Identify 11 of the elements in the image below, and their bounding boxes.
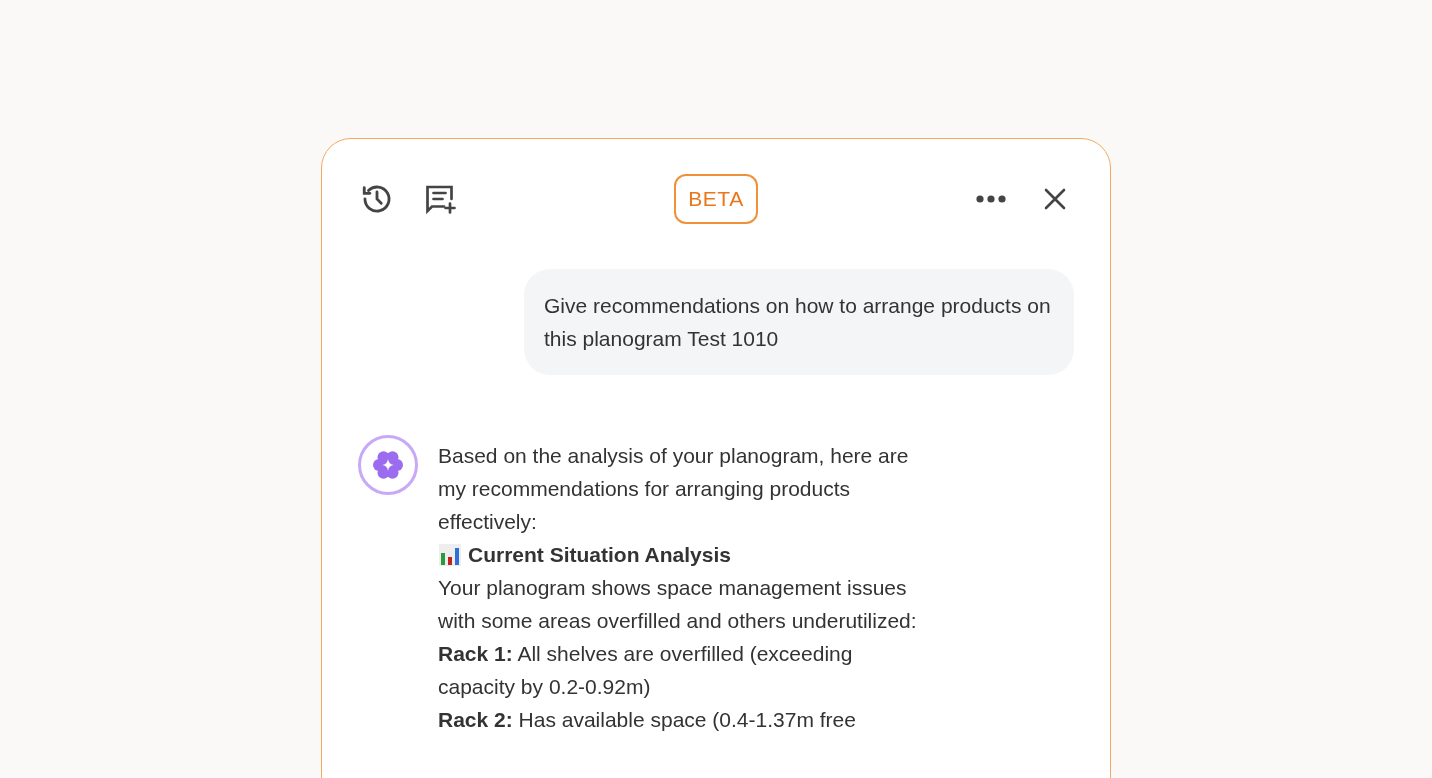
bar-chart-icon	[438, 542, 462, 567]
user-message: Give recommendations on how to arrange products on this planogram Test 1010	[524, 269, 1074, 375]
message-paragraph: Based on the analysis of your planogram, here are my recommendations for arranging products effectively:	[438, 443, 910, 535]
beta-badge: BETA	[674, 174, 758, 224]
more-icon	[976, 195, 1006, 203]
message-paragraph: Rack 2: Has available space (0.4-1.37m free	[438, 707, 857, 733]
close-icon	[1044, 188, 1066, 210]
flower-icon	[371, 448, 405, 482]
section-heading: Current Situation Analysis	[468, 542, 731, 568]
message-paragraph: Rack 1: All shelves are overfilled (exceeding capacity by 0.2-0.92m)	[438, 641, 854, 700]
message-paragraph: Your planogram shows space management issues with some areas overfilled and others underutilized:	[438, 575, 918, 634]
